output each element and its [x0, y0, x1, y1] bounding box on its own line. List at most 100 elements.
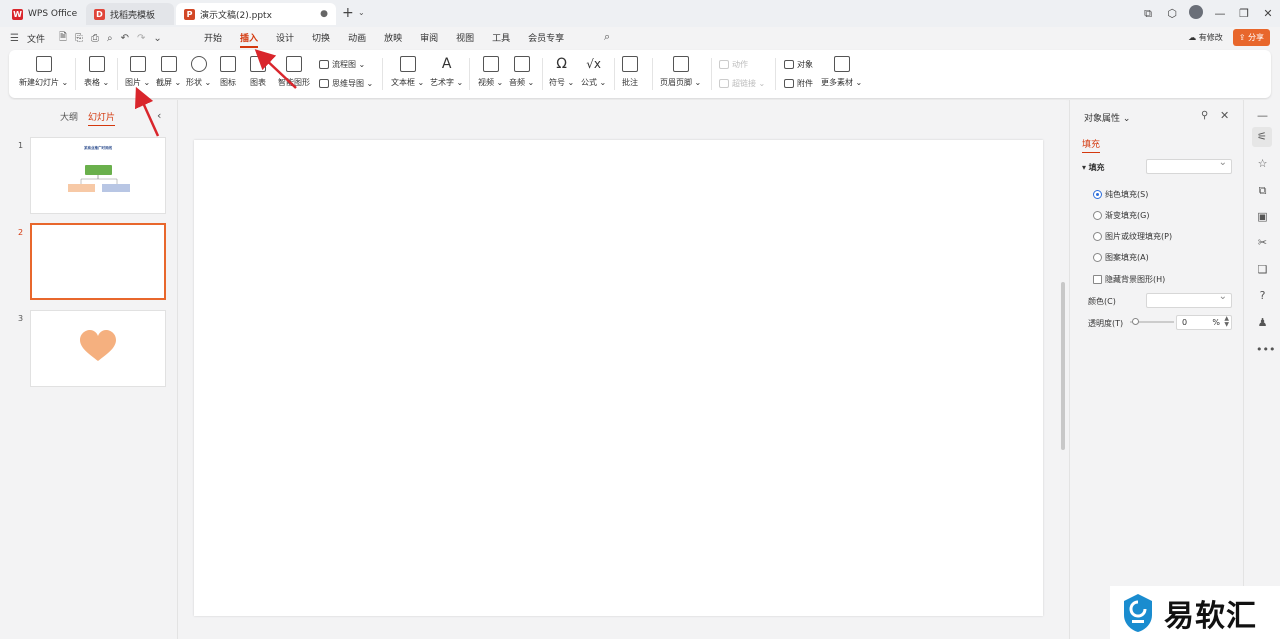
chart-button[interactable]: 图表 [250, 56, 266, 88]
shape-button[interactable]: 形状 ⌄ [186, 56, 211, 88]
modify-status[interactable]: ☁ 有修改 [1188, 32, 1223, 43]
hamburger-icon[interactable]: ☰ [10, 33, 19, 44]
transparency-input[interactable]: 0 % ▲ ▼ [1176, 315, 1232, 330]
color-select[interactable] [1146, 291, 1232, 308]
smart-shape-button[interactable]: 智能图形 [278, 56, 310, 88]
audio-button[interactable]: 音频 ⌄ [509, 56, 534, 88]
tab-slideshow[interactable]: 放映 [384, 31, 402, 44]
window-mode-icon[interactable]: ⧉ [1136, 7, 1160, 21]
video-button[interactable]: 视频 ⌄ [478, 56, 503, 88]
new-tab-plus-icon[interactable]: + [342, 5, 354, 21]
properties-sliders-icon[interactable]: ⚟ [1252, 127, 1272, 147]
object-button[interactable]: 对象 [784, 59, 813, 70]
chevron-down-icon[interactable]: ⌄ [358, 8, 365, 17]
tab-tools[interactable]: 工具 [492, 31, 510, 44]
slide-number: 1 [18, 141, 24, 150]
slide-thumbnail-3[interactable] [30, 310, 166, 387]
comment-button[interactable]: 批注 [622, 56, 638, 88]
panel-title[interactable]: 对象属性 ⌄ [1084, 111, 1130, 124]
tab-wps-office[interactable]: W WPS Office [4, 3, 84, 25]
tab-slides[interactable]: 幻灯片 [88, 110, 116, 126]
tab-review[interactable]: 审阅 [420, 31, 438, 44]
close-icon[interactable]: ✕ [1256, 7, 1280, 20]
chevron-down-icon[interactable]: ⌄ [153, 33, 161, 44]
tab-insert[interactable]: 插入 [240, 31, 259, 48]
action-button[interactable]: 动作 [719, 59, 748, 70]
book-icon[interactable]: ❑ [1256, 263, 1269, 276]
tab-template[interactable]: D 找稻壳模板 [86, 3, 174, 25]
minimize-icon[interactable]: — [1208, 7, 1232, 20]
search-icon[interactable]: ⌕ [604, 30, 610, 44]
radio-pattern-fill[interactable]: 图案填充(A) [1093, 252, 1149, 263]
table-button[interactable]: 表格 ⌄ [84, 56, 109, 88]
mindmap-icon [319, 79, 329, 88]
export-icon[interactable]: ⎘ [75, 33, 83, 44]
copy-icon[interactable]: ⧉ [1256, 184, 1269, 197]
tab-fill[interactable]: 填充 [1082, 137, 1101, 153]
unsaved-dot-icon[interactable]: ● [320, 9, 328, 19]
restore-icon[interactable]: ❐ [1232, 7, 1256, 20]
shirt-icon[interactable]: ♟ [1256, 316, 1269, 329]
tab-home[interactable]: 开始 [204, 31, 222, 44]
symbol-label: 符号 [549, 78, 565, 87]
radio-picture-fill[interactable]: 图片或纹理填充(P) [1093, 231, 1172, 242]
redo-icon[interactable]: ↷ [137, 33, 145, 44]
cube-icon[interactable]: ⬡ [1160, 7, 1184, 20]
save-icon[interactable]: 🗎 [59, 30, 67, 47]
radio-solid-fill[interactable]: 纯色填充(S) [1093, 189, 1148, 200]
file-menu[interactable]: 文件 [27, 32, 45, 45]
ppt-logo-icon: P [184, 8, 195, 20]
minimize-panel-icon[interactable]: — [1256, 109, 1269, 122]
object-label: 对象 [797, 60, 813, 69]
tab-view[interactable]: 视图 [456, 31, 474, 44]
vertical-scrollbar[interactable] [1061, 282, 1065, 450]
mindmap-button[interactable]: 思维导图 ⌄ [319, 78, 373, 89]
transparency-slider-handle[interactable] [1132, 318, 1139, 325]
screenshot-button[interactable]: 截屏 ⌄ [156, 56, 181, 88]
share-button[interactable]: ⇪ 分享 [1232, 29, 1270, 46]
close-panel-icon[interactable]: ✕ [1220, 109, 1229, 122]
flowchart-button[interactable]: 流程图 ⌄ [319, 59, 365, 70]
attachment-button[interactable]: 附件 [784, 78, 813, 89]
tab-transition[interactable]: 切换 [312, 31, 330, 44]
tab-presentation[interactable]: P 演示文稿(2).pptx ● [176, 3, 336, 25]
picture-button[interactable]: 图片 ⌄ [125, 56, 150, 88]
slide-thumbnail-2[interactable] [30, 223, 166, 300]
symbol-button[interactable]: Ω 符号 ⌄ [549, 56, 574, 88]
preview-icon[interactable]: ⌕ [107, 33, 113, 44]
star-icon[interactable]: ☆ [1256, 157, 1269, 170]
fill-type-select[interactable] [1146, 157, 1232, 174]
tools-icon[interactable]: ✂ [1256, 236, 1269, 249]
hyperlink-button[interactable]: 超链接 ⌄ [719, 78, 765, 89]
paperclip-icon [784, 79, 794, 88]
hide-background-checkbox[interactable]: 隐藏背景图形(H) [1093, 274, 1165, 285]
wordart-button[interactable]: A 艺术字 ⌄ [430, 56, 463, 88]
more-icon[interactable]: ••• [1256, 343, 1275, 356]
more-materials-button[interactable]: 更多素材 ⌄ [821, 56, 862, 88]
tab-member[interactable]: 会员专享 [528, 31, 564, 44]
radio-dot [1093, 211, 1102, 220]
icon-button[interactable]: 图标 [220, 56, 236, 88]
screenshot-icon [160, 56, 177, 72]
header-footer-button[interactable]: 页眉页脚 ⌄ [660, 56, 701, 88]
textbox-button[interactable]: 文本框 ⌄ [391, 56, 424, 88]
undo-icon[interactable]: ↶ [121, 33, 129, 44]
print-icon[interactable]: ⎙ [91, 33, 99, 44]
slide-thumbnail-1[interactable]: 某商业推广时间线 [30, 137, 166, 214]
collapse-left-icon[interactable]: ‹ [157, 109, 161, 122]
radio-dot [1093, 253, 1102, 262]
help-icon[interactable]: ? [1256, 289, 1269, 302]
pin-icon[interactable]: ⚲ [1201, 110, 1208, 121]
new-slide-button[interactable]: 新建幻灯片 ⌄ [19, 56, 68, 88]
current-slide[interactable] [194, 140, 1043, 616]
user-avatar[interactable] [1184, 5, 1208, 22]
tab-outline[interactable]: 大纲 [60, 110, 78, 123]
tab-animation[interactable]: 动画 [348, 31, 366, 44]
transparency-label: 透明度(T) [1088, 319, 1124, 328]
spinner-icon[interactable]: ▲ ▼ [1224, 316, 1229, 328]
fill-section-label[interactable]: ▾ 填充 [1082, 162, 1105, 173]
image-tools-icon[interactable]: ▣ [1256, 210, 1269, 223]
radio-gradient-fill[interactable]: 渐变填充(G) [1093, 210, 1149, 221]
tab-design[interactable]: 设计 [276, 31, 294, 44]
formula-button[interactable]: √x 公式 ⌄ [581, 56, 606, 88]
